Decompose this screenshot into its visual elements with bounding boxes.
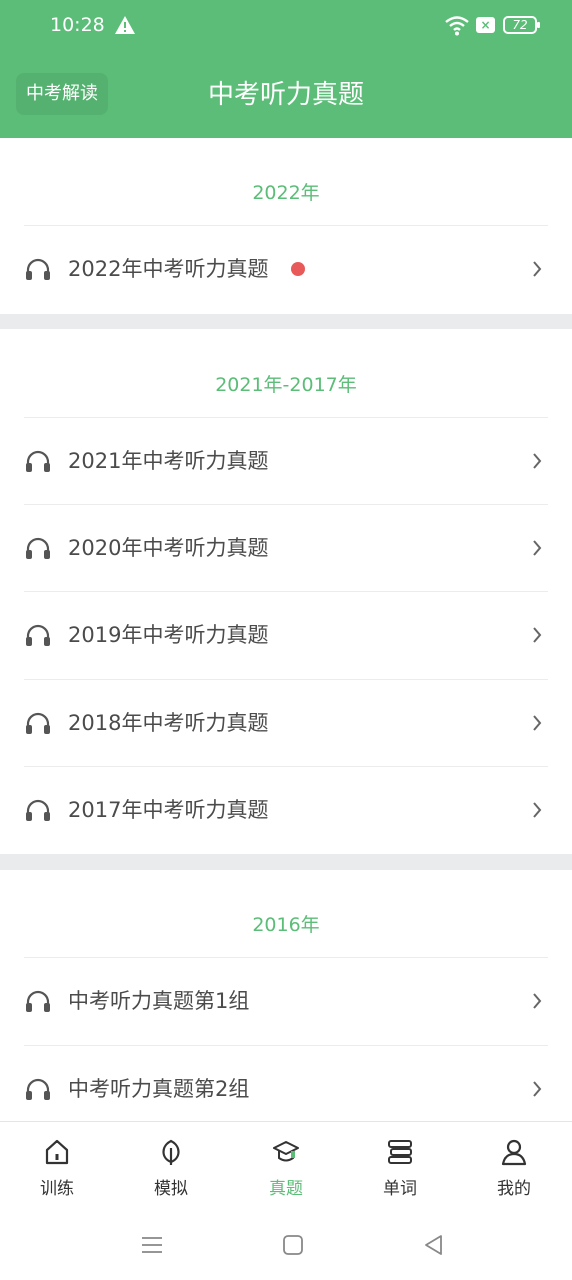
status-bar: 10:28 × 72 (0, 0, 572, 52)
chevron-right-icon (533, 261, 542, 277)
chevron-right-icon (533, 540, 542, 556)
new-badge-dot (291, 262, 305, 276)
sim-off-icon: × (476, 17, 495, 33)
item-label: 2017年中考听力真题 (68, 798, 269, 822)
section-title: 2016年 (252, 914, 320, 936)
headphones-icon (26, 990, 50, 1012)
headphones-icon (26, 537, 50, 559)
leaf-icon (162, 1139, 180, 1165)
headphones-icon (26, 624, 50, 646)
list-item[interactable]: 2020年中考听力真题 (0, 505, 572, 592)
headphones-icon (26, 258, 50, 280)
headphones-icon (26, 712, 50, 734)
user-icon (501, 1139, 527, 1166)
menu-icon[interactable] (140, 1233, 164, 1257)
item-label: 2018年中考听力真题 (68, 711, 269, 735)
item-label: 2020年中考听力真题 (68, 536, 269, 560)
nav-tab-mock[interactable]: 模拟 (114, 1122, 228, 1212)
chevron-right-icon (533, 627, 542, 643)
list-item[interactable]: 2021年中考听力真题 (0, 418, 572, 505)
status-time: 10:28 (50, 14, 105, 36)
nav-label: 模拟 (154, 1179, 188, 1199)
list-item[interactable]: 2018年中考听力真题 (0, 680, 572, 767)
book-stack-icon (388, 1140, 412, 1164)
list-item[interactable]: 2019年中考听力真题 (0, 592, 572, 679)
list-item[interactable]: 2022年中考听力真题 (0, 226, 572, 313)
item-label: 中考听力真题第2组 (68, 1077, 250, 1101)
nav-label: 我的 (497, 1179, 531, 1199)
back-icon[interactable] (422, 1233, 446, 1257)
list-item[interactable]: 中考听力真题第1组 (0, 958, 572, 1045)
headphones-icon (26, 450, 50, 472)
section-gap (0, 314, 572, 329)
chevron-right-icon (533, 802, 542, 818)
headphones-icon (26, 1078, 50, 1100)
page-title: 中考听力真题 (207, 80, 364, 110)
wifi-icon (445, 16, 469, 36)
section-2021-2017: 2021年-2017年 2021年中考听力真题 2020年中考听力真题 2019… (0, 329, 572, 854)
list-item[interactable]: 中考听力真题第2组 (0, 1046, 572, 1121)
item-label: 2021年中考听力真题 (68, 449, 269, 473)
item-label: 2019年中考听力真题 (68, 623, 269, 647)
section-title: 2022年 (252, 182, 320, 204)
chevron-right-icon (533, 993, 542, 1009)
nav-tab-training[interactable]: 训练 (0, 1122, 114, 1212)
section-2022: 2022年 2022年中考听力真题 (0, 138, 572, 314)
nav-label: 训练 (40, 1179, 74, 1199)
nav-tab-words[interactable]: 单词 (343, 1122, 457, 1212)
section-2016: 2016年 中考听力真题第1组 中考听力真题第2组 (0, 870, 572, 1121)
section-gap (0, 854, 572, 870)
app-header: 10:28 × 72 中考解读 中考听力真题 (0, 0, 572, 138)
bottom-nav: 训练 模拟 真题 单词 我的 (0, 1121, 572, 1211)
nav-tab-mine[interactable]: 我的 (457, 1122, 571, 1212)
chevron-right-icon (533, 453, 542, 469)
nav-label: 真题 (269, 1179, 303, 1199)
chevron-right-icon (533, 1081, 542, 1097)
section-title: 2021年-2017年 (215, 374, 357, 396)
system-nav-bar (0, 1211, 572, 1280)
item-label: 2022年中考听力真题 (68, 257, 269, 281)
graduation-cap-icon (273, 1141, 299, 1162)
item-label: 中考听力真题第1组 (68, 989, 250, 1013)
nav-tab-past-papers[interactable]: 真题 (229, 1122, 343, 1212)
home-square-icon[interactable] (281, 1233, 305, 1257)
nav-label: 单词 (383, 1179, 417, 1199)
headphones-icon (26, 799, 50, 821)
list-item[interactable]: 2017年中考听力真题 (0, 767, 572, 854)
home-icon (45, 1139, 69, 1165)
warning-icon (115, 16, 135, 34)
battery-indicator: 72 (503, 16, 540, 34)
chevron-right-icon (533, 715, 542, 731)
